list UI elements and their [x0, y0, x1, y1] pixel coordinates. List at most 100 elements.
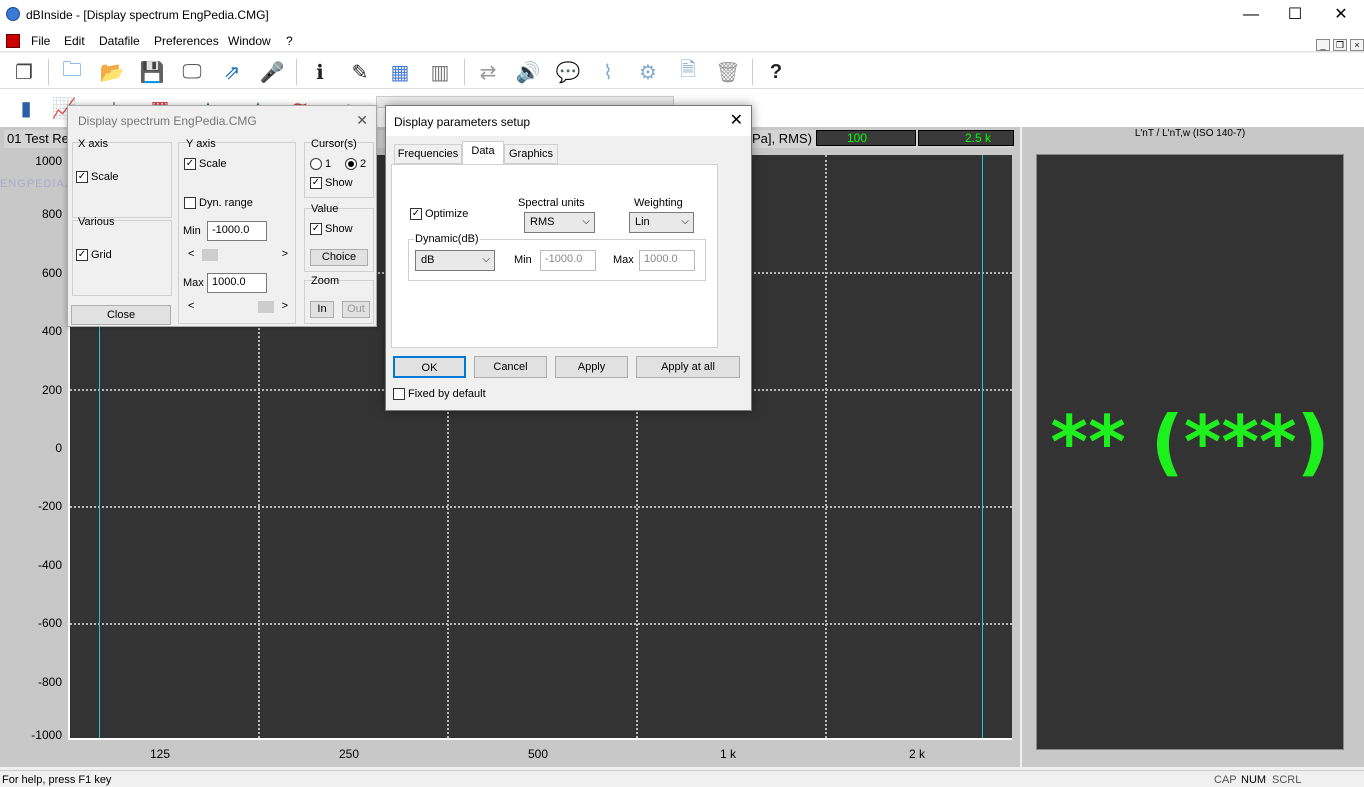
menu-datafile[interactable]: Datafile — [99, 34, 140, 48]
spectral-units-select[interactable]: RMS ⌵ — [524, 212, 595, 233]
y-tick-label: -400 — [37, 558, 62, 572]
dialog-title: Display spectrum EngPedia.CMG — [78, 114, 257, 128]
table-icon[interactable]: ▥ — [426, 59, 454, 85]
dyn-range-label: Dyn. range — [199, 197, 253, 209]
export-icon[interactable]: ⇄ — [474, 59, 502, 85]
tab-data[interactable]: Data — [462, 141, 504, 165]
pencil-icon[interactable]: ✎ — [346, 59, 374, 85]
folder-arrow-icon[interactable]: ⇗ — [218, 59, 246, 85]
menu-window[interactable]: Window — [228, 34, 271, 48]
mdi-minimize-button[interactable]: _ — [1316, 39, 1330, 51]
dynamic-min-field[interactable]: -1000.0 — [540, 250, 596, 271]
y-max-scrollbar[interactable]: < > — [186, 299, 290, 315]
grid-line-v — [825, 155, 827, 738]
help-icon[interactable]: ? — [762, 59, 790, 85]
apply-button[interactable]: Apply — [555, 356, 628, 378]
y-tick-label: -200 — [37, 499, 62, 513]
scroll-left-icon[interactable]: < — [188, 300, 194, 312]
y-max-label: Max — [183, 277, 204, 289]
rating-value: ** (***) — [1050, 400, 1330, 484]
scroll-thumb[interactable] — [202, 249, 218, 261]
mdi-restore-button[interactable]: ❐ — [1333, 39, 1347, 51]
speaker-icon[interactable]: 🔊 — [514, 59, 542, 85]
menu-help[interactable]: ? — [286, 34, 293, 48]
grid-line-h — [70, 506, 1012, 508]
toolbar-separator — [296, 59, 297, 85]
status-scrl: SCRL — [1272, 774, 1302, 786]
bars-gear-icon[interactable]: ▮ — [12, 95, 40, 121]
y-min-scrollbar[interactable]: < > — [186, 247, 290, 263]
calc-icon[interactable]: ⚙ — [634, 59, 662, 85]
document-page-icon[interactable]: 🗎 — [674, 59, 702, 85]
weighting-select[interactable]: Lin ⌵ — [629, 212, 694, 233]
open-folder-icon[interactable]: 📂 — [98, 59, 126, 85]
menu-bar: File Edit Datafile Preferences Window ? … — [0, 30, 1364, 52]
x-tick-label: 250 — [338, 747, 360, 761]
scroll-right-icon[interactable]: > — [282, 300, 288, 312]
scroll-thumb[interactable] — [258, 301, 274, 313]
close-button[interactable]: Close — [71, 305, 171, 325]
tab-graphics[interactable]: Graphics — [504, 144, 558, 164]
menu-edit[interactable]: Edit — [64, 34, 85, 48]
menu-preferences[interactable]: Preferences — [154, 34, 219, 48]
cursors-group — [304, 142, 374, 198]
y-scale-checkbox[interactable]: ✓ — [184, 158, 196, 170]
x-tick-label: 1 k — [719, 747, 736, 761]
chevron-down-icon: ⌵ — [482, 254, 490, 265]
device-icon[interactable]: 🖵 — [178, 59, 206, 85]
cursor-2-radio[interactable] — [345, 158, 357, 170]
zoom-label: Zoom — [311, 275, 340, 287]
info-icon[interactable]: ℹ — [306, 59, 334, 85]
trash-icon[interactable]: 🗑 — [714, 59, 742, 85]
spectrum-icon[interactable]: ▦ — [386, 59, 414, 85]
y-max-field[interactable]: 1000.0 — [207, 273, 267, 293]
new-folder-icon[interactable]: 🗀 — [58, 59, 86, 85]
windows-icon[interactable]: ❐ — [10, 59, 38, 85]
cursor2-value: 2.5 k — [964, 131, 991, 145]
dynamic-value: dB — [421, 254, 435, 266]
menu-file[interactable]: File — [31, 34, 50, 48]
cancel-button[interactable]: Cancel — [474, 356, 547, 378]
display-spectrum-dialog: Display spectrum EngPedia.CMG ✕ X axis ✓… — [67, 105, 377, 327]
mdi-close-button[interactable]: × — [1350, 39, 1364, 51]
choice-button[interactable]: Choice — [310, 249, 368, 266]
filter-icon[interactable]: ⌇ — [594, 59, 622, 85]
dynamic-max-field[interactable]: 1000.0 — [639, 250, 695, 271]
apply-all-button[interactable]: Apply at all — [636, 356, 740, 378]
x-scale-checkbox[interactable]: ✓ — [76, 171, 88, 183]
x-tick-label: 500 — [527, 747, 549, 761]
value-show-checkbox[interactable]: ✓ — [310, 223, 322, 235]
optimize-checkbox[interactable]: ✓ — [410, 208, 422, 220]
grid-checkbox[interactable]: ✓ — [76, 249, 88, 261]
cursor1-value-box: 100 — [816, 130, 916, 146]
cursor-1-label: 1 — [325, 158, 332, 170]
scroll-right-icon[interactable]: > — [282, 248, 288, 260]
minimize-button[interactable]: — — [1228, 0, 1274, 30]
close-icon[interactable]: ✕ — [730, 110, 743, 130]
toolbar-separator — [48, 59, 49, 85]
chat-icon[interactable]: 💬 — [554, 59, 582, 85]
y-min-field[interactable]: -1000.0 — [207, 221, 267, 241]
dyn-range-checkbox[interactable] — [184, 197, 196, 209]
dynamic-label: Dynamic(dB) — [414, 233, 480, 245]
dynamic-select[interactable]: dB ⌵ — [415, 250, 495, 271]
save-icon[interactable]: 💾 — [138, 59, 166, 85]
y-min-label: Min — [183, 225, 201, 237]
y-axis-label: Y axis — [186, 138, 216, 150]
close-button[interactable]: ✕ — [1318, 0, 1364, 30]
scroll-left-icon[interactable]: < — [188, 248, 194, 260]
cursor-2-line[interactable] — [982, 155, 983, 738]
ok-button[interactable]: OK — [393, 356, 466, 378]
right-panel-title: L'nT / L'nT,w (ISO 140-7) — [1134, 128, 1246, 139]
maximize-button[interactable]: ☐ — [1272, 0, 1318, 30]
close-icon[interactable]: ✕ — [356, 112, 368, 129]
document-icon[interactable] — [6, 34, 20, 48]
cursor-show-label: Show — [325, 177, 353, 189]
tab-frequencies[interactable]: Frequencies — [394, 144, 462, 164]
zoom-in-button[interactable]: In — [310, 301, 334, 318]
cursor-1-radio[interactable] — [310, 158, 322, 170]
cursor-show-checkbox[interactable]: ✓ — [310, 177, 322, 189]
zoom-out-button[interactable]: Out — [342, 301, 370, 318]
fixed-default-checkbox[interactable] — [393, 388, 405, 400]
microphone-icon[interactable]: 🎤 — [258, 59, 286, 85]
